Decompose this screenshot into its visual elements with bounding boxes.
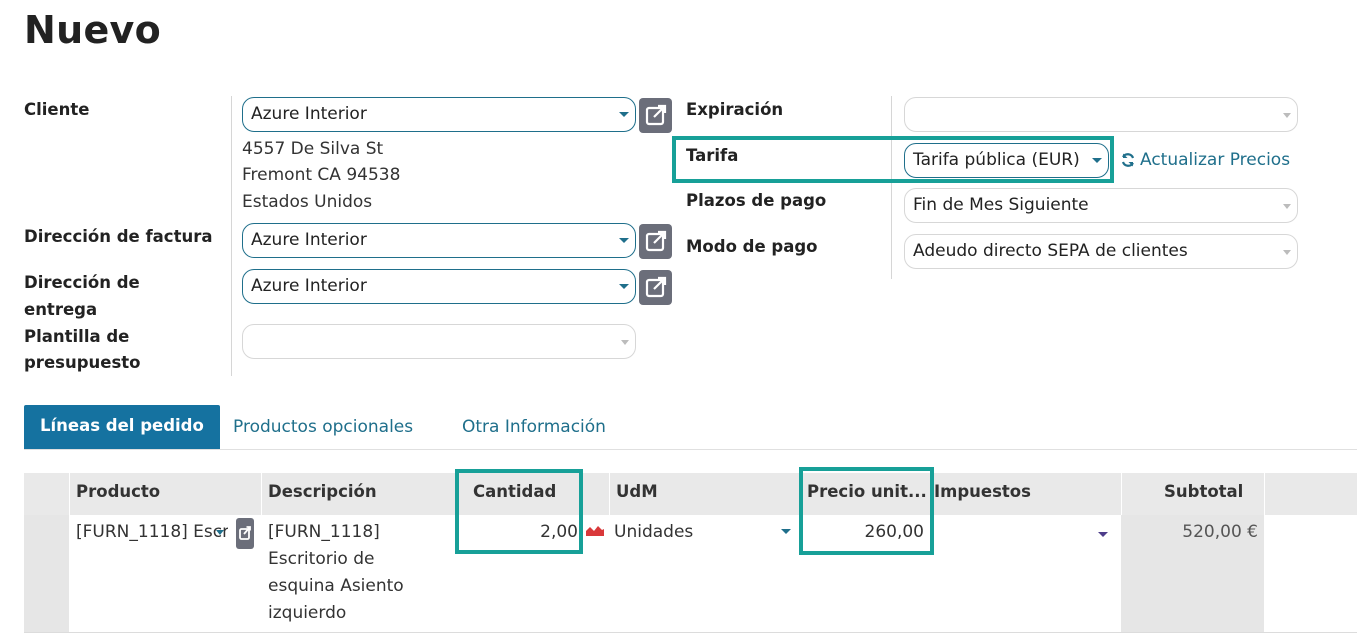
chevron-down-icon: [1283, 204, 1291, 209]
chevron-down-icon: [1283, 113, 1291, 118]
label-plantilla-2: presupuesto: [24, 353, 141, 372]
modo-pago-value: Adeudo directo SEPA de clientes: [913, 241, 1188, 261]
cell-descripcion-line1[interactable]: [FURN_1118]: [268, 519, 380, 546]
page-title: Nuevo: [24, 8, 162, 52]
label-plantilla-1: Plantilla de: [24, 327, 130, 346]
precio-highlight-box: [799, 467, 934, 555]
chevron-down-icon[interactable]: [619, 284, 629, 289]
header-descripcion[interactable]: Descripción: [268, 472, 377, 512]
tabs-divider: [24, 449, 1357, 450]
cantidad-highlight-box: [455, 469, 583, 554]
modo-pago-select[interactable]: Adeudo directo SEPA de clientes: [904, 234, 1298, 269]
header-producto[interactable]: Producto: [76, 472, 160, 512]
tarifa-value: Tarifa pública (EUR): [913, 150, 1080, 170]
column-separator: [69, 473, 70, 515]
field-divider-right: [891, 96, 892, 279]
expiracion-input[interactable]: [904, 97, 1298, 132]
label-plazos-pago: Plazos de pago: [686, 191, 827, 210]
label-direccion-factura: Dirección de factura: [24, 227, 213, 246]
cliente-input[interactable]: Azure Interior: [242, 97, 636, 132]
external-link-icon: [645, 104, 667, 126]
refresh-icon: [1121, 153, 1135, 167]
table-header: [24, 473, 1357, 515]
header-subtotal[interactable]: Subtotal: [1164, 472, 1243, 512]
cliente-address-line1: 4557 De Silva St: [242, 139, 384, 159]
direccion-entrega-external-button[interactable]: [639, 270, 672, 305]
direccion-entrega-input[interactable]: Azure Interior: [242, 269, 636, 304]
cell-descripcion-line2[interactable]: Escritorio de: [268, 546, 375, 573]
direccion-factura-value: Azure Interior: [251, 230, 367, 250]
actualizar-precios-label: Actualizar Precios: [1140, 150, 1291, 170]
producto-external-button[interactable]: [236, 518, 254, 549]
cell-subtotal: 520,00 €: [1182, 522, 1258, 542]
forecast-chart-icon[interactable]: [585, 524, 605, 538]
cell-descripcion-line3[interactable]: esquina Asiento: [268, 573, 404, 600]
label-expiracion: Expiración: [686, 100, 784, 119]
row-handle-column: [24, 515, 69, 633]
tab-lineas-pedido[interactable]: Líneas del pedido: [24, 405, 220, 449]
cliente-value: Azure Interior: [251, 104, 367, 124]
chevron-down-icon[interactable]: [1092, 158, 1102, 163]
chevron-down-icon[interactable]: [619, 112, 629, 117]
cliente-external-button[interactable]: [639, 98, 672, 133]
plazos-pago-value: Fin de Mes Siguiente: [913, 195, 1089, 215]
tab-otra-informacion[interactable]: Otra Información: [462, 406, 606, 448]
column-separator: [261, 473, 262, 515]
header-impuestos[interactable]: Impuestos: [934, 472, 1031, 512]
chevron-down-icon[interactable]: [216, 530, 224, 535]
plazos-pago-select[interactable]: Fin de Mes Siguiente: [904, 188, 1298, 223]
cell-producto[interactable]: [FURN_1118] Escrit: [76, 519, 228, 546]
chevron-down-icon: [1283, 250, 1291, 255]
cliente-address-line3: Estados Unidos: [242, 192, 373, 212]
chevron-down-icon[interactable]: [781, 529, 791, 534]
header-udm[interactable]: UdM: [616, 472, 658, 512]
external-link-icon: [239, 526, 251, 540]
field-divider-left: [231, 96, 232, 376]
direccion-entrega-value: Azure Interior: [251, 276, 367, 296]
cell-udm[interactable]: Unidades: [614, 519, 693, 546]
external-link-icon: [645, 230, 667, 252]
chevron-down-icon: [621, 340, 629, 345]
chevron-down-icon[interactable]: [1098, 532, 1108, 537]
external-link-icon: [645, 276, 667, 298]
column-separator: [1121, 473, 1122, 515]
column-separator: [1264, 473, 1265, 515]
plantilla-select[interactable]: [242, 324, 636, 359]
label-modo-pago: Modo de pago: [686, 237, 818, 256]
tarifa-input[interactable]: Tarifa pública (EUR): [904, 143, 1109, 178]
label-tarifa: Tarifa: [686, 146, 739, 165]
row-bottom-border: [24, 632, 1357, 633]
direccion-factura-external-button[interactable]: [639, 224, 672, 259]
chevron-down-icon[interactable]: [619, 238, 629, 243]
label-direccion-entrega-1: Dirección de: [24, 273, 140, 292]
tab-productos-opcionales[interactable]: Productos opcionales: [233, 406, 413, 448]
label-direccion-entrega-2: entrega: [24, 300, 98, 319]
column-separator: [609, 473, 610, 515]
cliente-address-line2: Fremont CA 94538: [242, 165, 401, 185]
label-cliente: Cliente: [24, 100, 90, 119]
direccion-factura-input[interactable]: Azure Interior: [242, 223, 636, 258]
actualizar-precios-button[interactable]: Actualizar Precios: [1120, 146, 1290, 174]
cell-descripcion-line4[interactable]: izquierdo: [268, 600, 346, 627]
